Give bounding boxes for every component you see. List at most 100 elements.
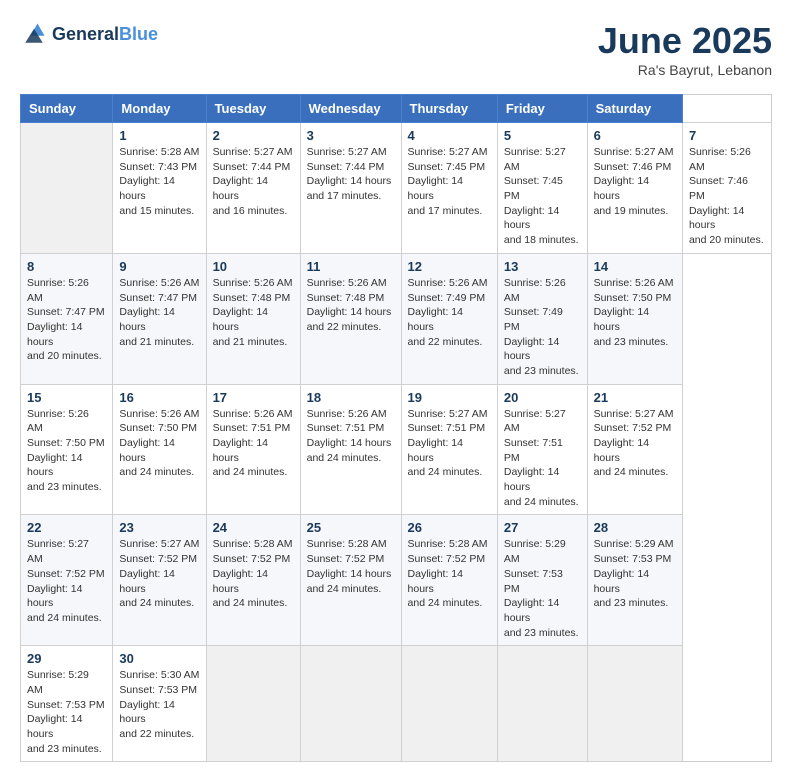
table-row: 15Sunrise: 5:26 AMSunset: 7:50 PMDayligh… <box>21 384 113 515</box>
day-info: Sunrise: 5:26 AMSunset: 7:50 PMDaylight:… <box>594 276 676 349</box>
table-row: 19 Sunrise: 5:27 AMSunset: 7:51 PMDayligh… <box>401 384 497 515</box>
day-info: Sunrise: 5:27 AMSunset: 7:44 PMDaylight:… <box>307 145 395 204</box>
table-row: 26 Sunrise: 5:28 AMSunset: 7:52 PMDayligh… <box>401 515 497 646</box>
day-info: Sunrise: 5:26 AMSunset: 7:46 PMDaylight:… <box>689 145 765 248</box>
table-row: 6 Sunrise: 5:27 AMSunset: 7:46 PMDaylight… <box>587 123 682 254</box>
calendar-week-row: 1 Sunrise: 5:28 AMSunset: 7:43 PMDaylight… <box>21 123 772 254</box>
calendar-week-row: 15 Sunrise: 5:26 AMSunset: 7:50 PMDayligh… <box>21 384 772 515</box>
day-info: Sunrise: 5:26 AMSunset: 7:51 PMDaylight:… <box>307 407 395 466</box>
day-number: 2 <box>213 128 294 143</box>
day-info: Sunrise: 5:27 AMSunset: 7:51 PMDaylight:… <box>504 407 581 510</box>
day-info: Sunrise: 5:26 AMSunset: 7:51 PMDaylight:… <box>213 407 294 480</box>
day-info: Sunrise: 5:27 AMSunset: 7:45 PMDaylight:… <box>408 145 491 218</box>
table-row: 2 Sunrise: 5:27 AMSunset: 7:44 PMDaylight… <box>206 123 300 254</box>
day-number: 11 <box>307 259 395 274</box>
day-info: Sunrise: 5:27 AMSunset: 7:52 PMDaylight:… <box>119 537 199 610</box>
day-number: 18 <box>307 390 395 405</box>
table-row <box>206 646 300 762</box>
day-number: 22 <box>27 520 106 535</box>
table-row: 14 Sunrise: 5:26 AMSunset: 7:50 PMDayligh… <box>587 253 682 384</box>
header-monday: Monday <box>113 95 206 123</box>
page-header: GeneralBlue June 2025 Ra's Bayrut, Leban… <box>20 20 772 78</box>
table-row: 4 Sunrise: 5:27 AMSunset: 7:45 PMDaylight… <box>401 123 497 254</box>
table-row <box>21 123 113 254</box>
day-number: 19 <box>408 390 491 405</box>
table-row: 1 Sunrise: 5:28 AMSunset: 7:43 PMDaylight… <box>113 123 206 254</box>
table-row: 8Sunrise: 5:26 AMSunset: 7:47 PMDaylight… <box>21 253 113 384</box>
header-saturday: Saturday <box>587 95 682 123</box>
table-row: 12 Sunrise: 5:26 AMSunset: 7:49 PMDayligh… <box>401 253 497 384</box>
day-info: Sunrise: 5:27 AMSunset: 7:46 PMDaylight:… <box>594 145 676 218</box>
day-number: 3 <box>307 128 395 143</box>
table-row: 3 Sunrise: 5:27 AMSunset: 7:44 PMDaylight… <box>300 123 401 254</box>
day-number: 16 <box>119 390 199 405</box>
day-info: Sunrise: 5:27 AMSunset: 7:52 PMDaylight:… <box>27 537 106 625</box>
day-number: 30 <box>119 651 199 666</box>
day-info: Sunrise: 5:26 AMSunset: 7:49 PMDaylight:… <box>408 276 491 349</box>
day-number: 23 <box>119 520 199 535</box>
day-info: Sunrise: 5:27 AMSunset: 7:45 PMDaylight:… <box>504 145 581 248</box>
table-row: 16 Sunrise: 5:26 AMSunset: 7:50 PMDayligh… <box>113 384 206 515</box>
day-number: 15 <box>27 390 106 405</box>
calendar-location: Ra's Bayrut, Lebanon <box>598 62 772 78</box>
table-row: 11 Sunrise: 5:26 AMSunset: 7:48 PMDayligh… <box>300 253 401 384</box>
table-row: 28Sunrise: 5:29 AMSunset: 7:53 PMDayligh… <box>587 515 682 646</box>
day-number: 9 <box>119 259 199 274</box>
header-thursday: Thursday <box>401 95 497 123</box>
day-number: 21 <box>594 390 676 405</box>
day-info: Sunrise: 5:28 AMSunset: 7:52 PMDaylight:… <box>307 537 395 596</box>
day-number: 4 <box>408 128 491 143</box>
logo: GeneralBlue <box>20 20 158 48</box>
logo-blue: Blue <box>119 24 158 44</box>
calendar-week-row: 8Sunrise: 5:26 AMSunset: 7:47 PMDaylight… <box>21 253 772 384</box>
logo-icon <box>20 20 48 48</box>
day-number: 12 <box>408 259 491 274</box>
table-row <box>497 646 587 762</box>
header-wednesday: Wednesday <box>300 95 401 123</box>
day-number: 26 <box>408 520 491 535</box>
table-row: 21Sunrise: 5:27 AMSunset: 7:52 PMDayligh… <box>587 384 682 515</box>
calendar-week-row: 22 Sunrise: 5:27 AMSunset: 7:52 PMDayligh… <box>21 515 772 646</box>
day-number: 10 <box>213 259 294 274</box>
calendar-table: Sunday Monday Tuesday Wednesday Thursday… <box>20 94 772 762</box>
table-row: 24 Sunrise: 5:28 AMSunset: 7:52 PMDayligh… <box>206 515 300 646</box>
day-number: 27 <box>504 520 581 535</box>
day-info: Sunrise: 5:28 AMSunset: 7:52 PMDaylight:… <box>213 537 294 610</box>
day-info: Sunrise: 5:26 AMSunset: 7:49 PMDaylight:… <box>504 276 581 379</box>
day-info: Sunrise: 5:26 AMSunset: 7:50 PMDaylight:… <box>119 407 199 480</box>
table-row: 18 Sunrise: 5:26 AMSunset: 7:51 PMDayligh… <box>300 384 401 515</box>
day-info: Sunrise: 5:29 AMSunset: 7:53 PMDaylight:… <box>504 537 581 640</box>
day-info: Sunrise: 5:27 AMSunset: 7:44 PMDaylight:… <box>213 145 294 218</box>
day-info: Sunrise: 5:28 AMSunset: 7:52 PMDaylight:… <box>408 537 491 610</box>
day-number: 29 <box>27 651 106 666</box>
day-info: Sunrise: 5:26 AMSunset: 7:48 PMDaylight:… <box>307 276 395 335</box>
table-row <box>300 646 401 762</box>
day-number: 28 <box>594 520 676 535</box>
table-row: 30 Sunrise: 5:30 AMSunset: 7:53 PMDayligh… <box>113 646 206 762</box>
table-row: 9Sunrise: 5:26 AMSunset: 7:47 PMDaylight… <box>113 253 206 384</box>
day-info: Sunrise: 5:28 AMSunset: 7:43 PMDaylight:… <box>119 145 199 218</box>
logo-general: General <box>52 24 119 44</box>
table-row: 10 Sunrise: 5:26 AMSunset: 7:48 PMDayligh… <box>206 253 300 384</box>
header-friday: Friday <box>497 95 587 123</box>
day-info: Sunrise: 5:30 AMSunset: 7:53 PMDaylight:… <box>119 668 199 741</box>
day-number: 1 <box>119 128 199 143</box>
day-info: Sunrise: 5:27 AMSunset: 7:51 PMDaylight:… <box>408 407 491 480</box>
day-number: 8 <box>27 259 106 274</box>
day-info: Sunrise: 5:26 AMSunset: 7:48 PMDaylight:… <box>213 276 294 349</box>
day-number: 25 <box>307 520 395 535</box>
header-sunday: Sunday <box>21 95 113 123</box>
table-row: 20Sunrise: 5:27 AMSunset: 7:51 PMDayligh… <box>497 384 587 515</box>
day-number: 13 <box>504 259 581 274</box>
table-row: 7Sunrise: 5:26 AMSunset: 7:46 PMDaylight… <box>682 123 771 254</box>
day-number: 5 <box>504 128 581 143</box>
table-row: 27 Sunrise: 5:29 AMSunset: 7:53 PMDayligh… <box>497 515 587 646</box>
title-block: June 2025 Ra's Bayrut, Lebanon <box>598 20 772 78</box>
table-row: 13 Sunrise: 5:26 AMSunset: 7:49 PMDayligh… <box>497 253 587 384</box>
day-number: 6 <box>594 128 676 143</box>
day-number: 24 <box>213 520 294 535</box>
table-row: 25 Sunrise: 5:28 AMSunset: 7:52 PMDayligh… <box>300 515 401 646</box>
table-row: 22 Sunrise: 5:27 AMSunset: 7:52 PMDayligh… <box>21 515 113 646</box>
day-number: 14 <box>594 259 676 274</box>
table-row: 29Sunrise: 5:29 AMSunset: 7:53 PMDayligh… <box>21 646 113 762</box>
